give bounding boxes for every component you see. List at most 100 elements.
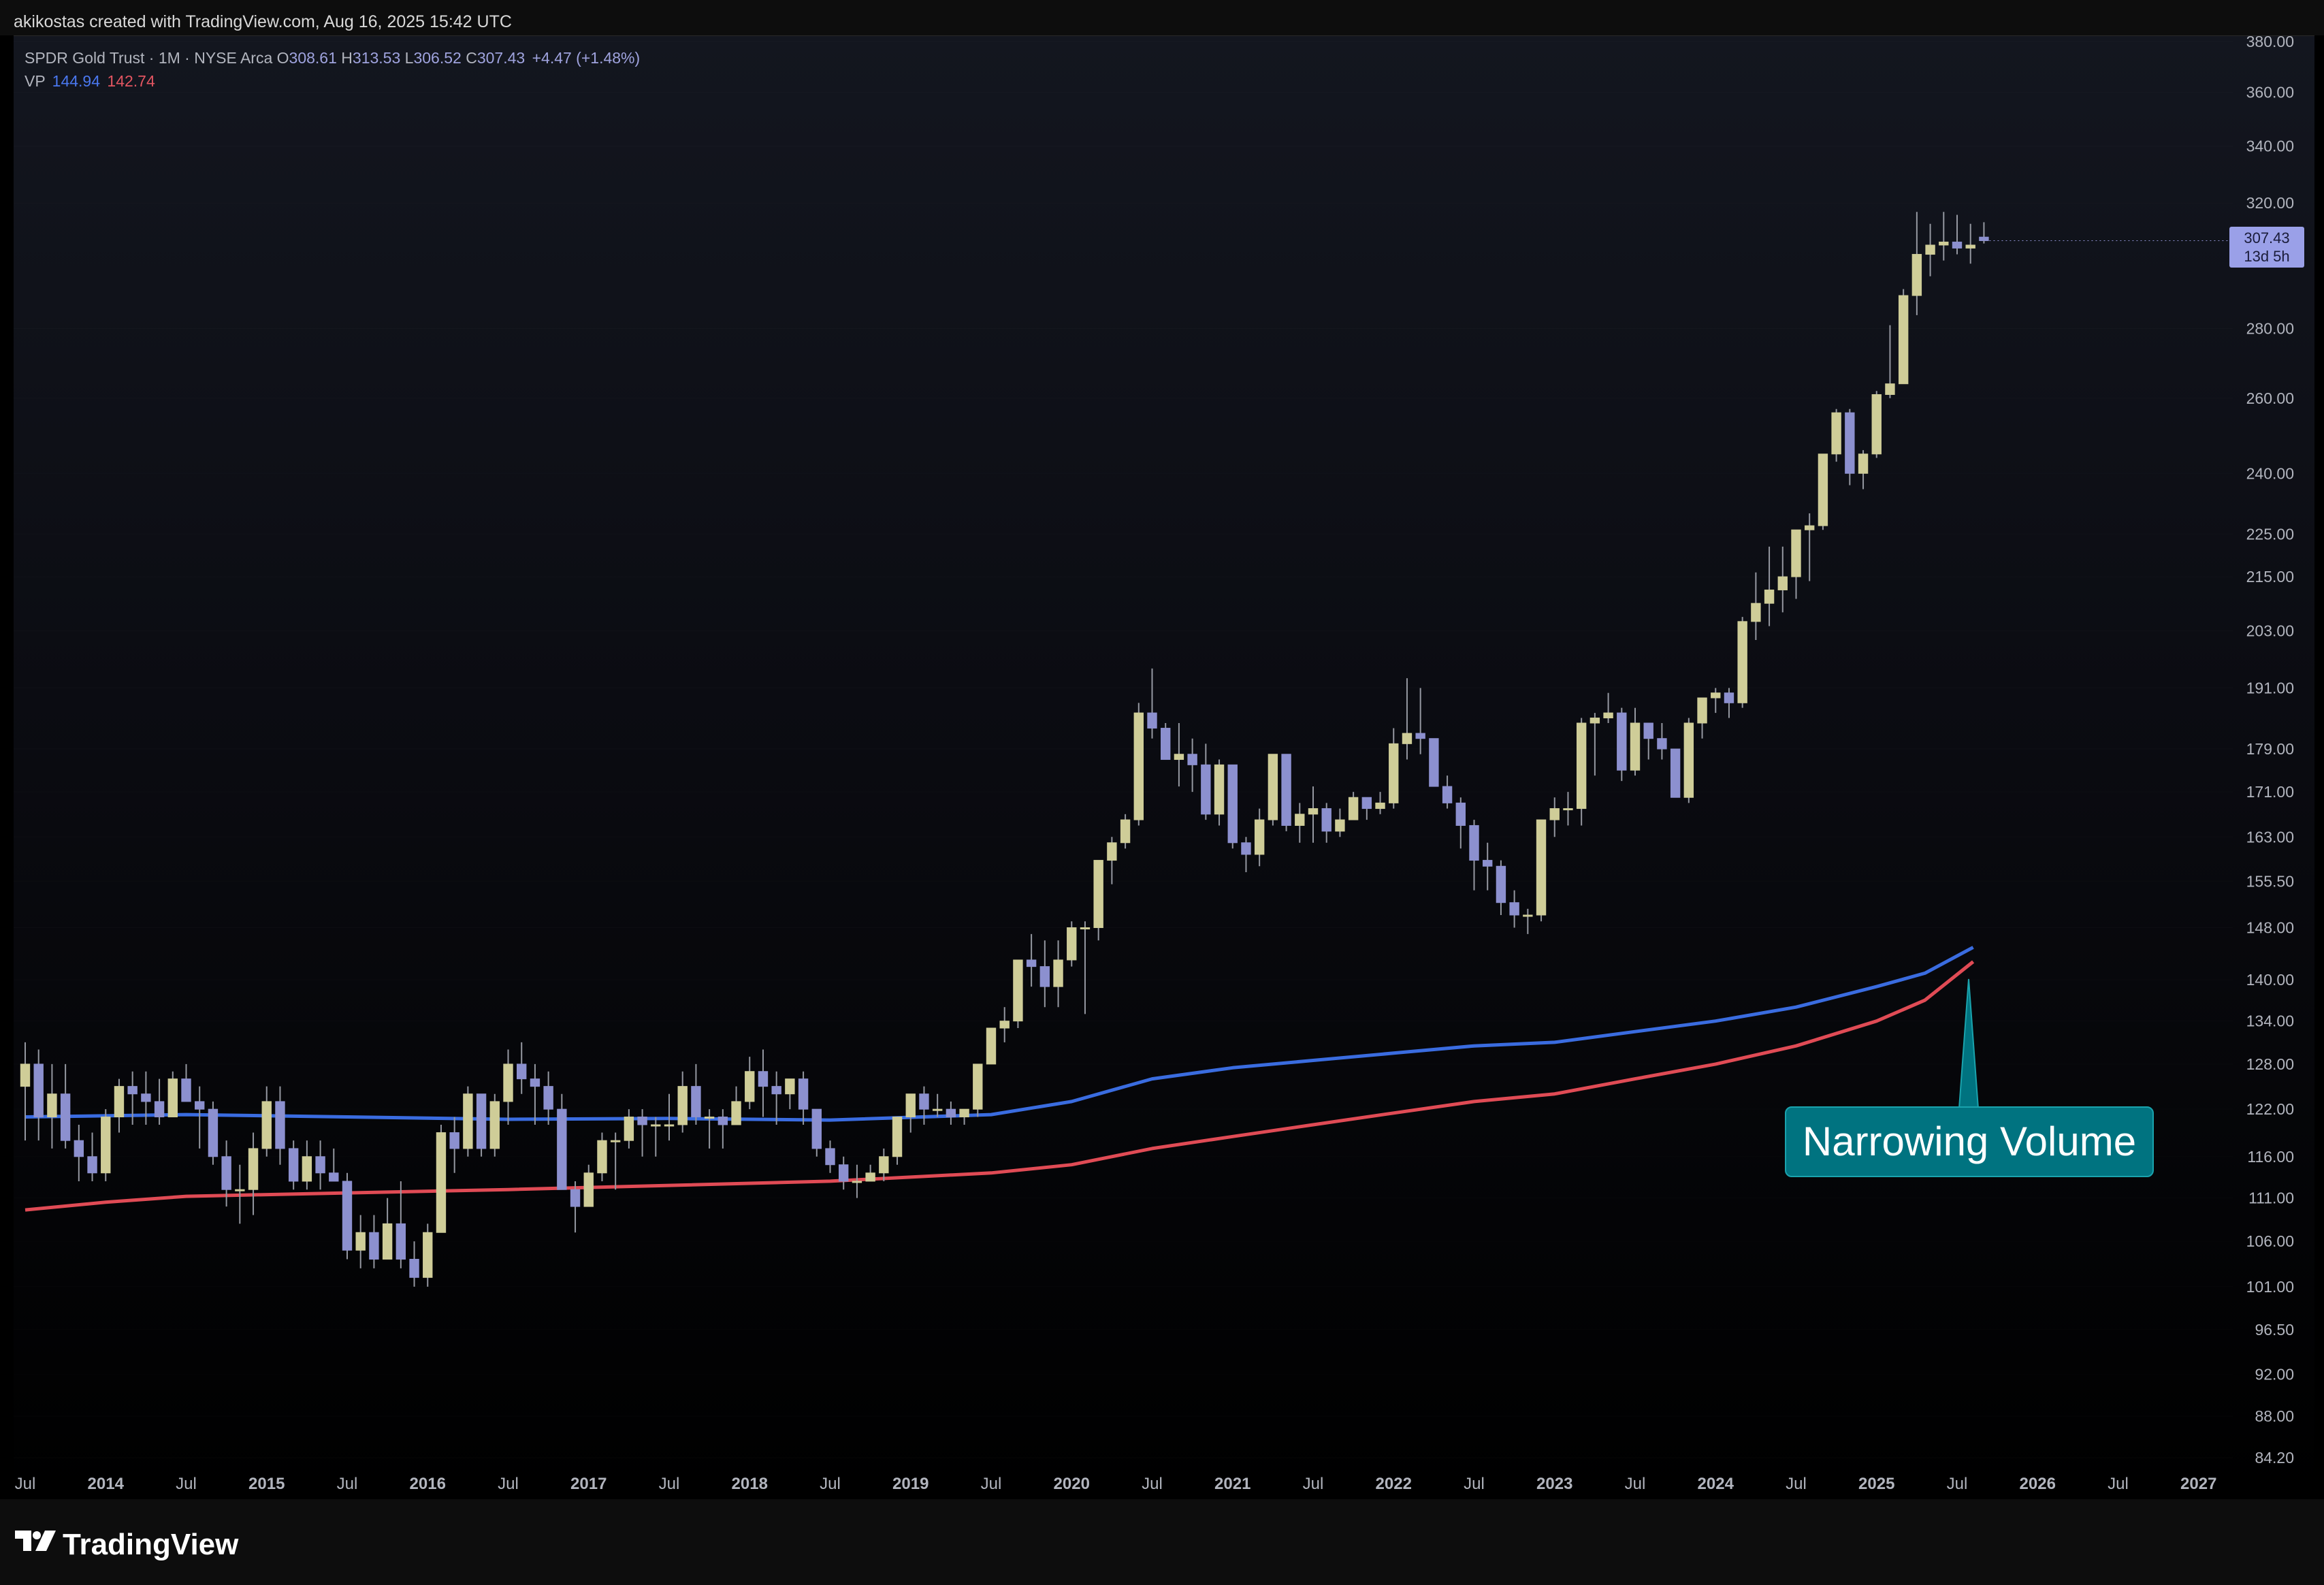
candle[interactable] bbox=[1643, 722, 1653, 760]
candle[interactable] bbox=[973, 1063, 983, 1117]
candle[interactable] bbox=[409, 1241, 419, 1287]
candle[interactable] bbox=[74, 1124, 84, 1181]
candle[interactable] bbox=[1308, 786, 1319, 843]
candle[interactable] bbox=[583, 1164, 594, 1207]
candle[interactable] bbox=[1080, 921, 1091, 1014]
candle[interactable] bbox=[1013, 959, 1023, 1029]
candle[interactable] bbox=[999, 1007, 1010, 1042]
candle[interactable] bbox=[892, 1117, 903, 1165]
candle[interactable] bbox=[557, 1093, 567, 1190]
candle[interactable] bbox=[1201, 743, 1211, 820]
candle[interactable] bbox=[1227, 764, 1238, 849]
candle[interactable] bbox=[1147, 668, 1157, 739]
candle[interactable] bbox=[489, 1093, 500, 1157]
candle[interactable] bbox=[355, 1215, 366, 1268]
candle[interactable] bbox=[1455, 797, 1466, 849]
candle[interactable] bbox=[1697, 697, 1707, 739]
candle[interactable] bbox=[436, 1124, 447, 1233]
candle[interactable] bbox=[1711, 688, 1721, 714]
candle[interactable] bbox=[959, 1108, 969, 1125]
candle[interactable] bbox=[1885, 325, 1895, 398]
candle[interactable] bbox=[382, 1198, 393, 1260]
candle[interactable] bbox=[101, 1109, 111, 1181]
candle[interactable] bbox=[261, 1086, 272, 1157]
candle[interactable] bbox=[1952, 214, 1963, 255]
candle[interactable] bbox=[315, 1140, 325, 1190]
candle[interactable] bbox=[154, 1078, 165, 1125]
candle[interactable] bbox=[731, 1086, 741, 1125]
candle[interactable] bbox=[1617, 707, 1627, 782]
symbol-title[interactable]: SPDR Gold Trust · 1M · NYSE Arca bbox=[25, 49, 272, 67]
candle[interactable] bbox=[1871, 391, 1882, 458]
candle[interactable] bbox=[624, 1109, 634, 1149]
annotation-callout[interactable]: Narrowing Volume bbox=[1785, 1106, 2154, 1177]
candle[interactable] bbox=[1133, 703, 1144, 826]
candle[interactable] bbox=[302, 1140, 312, 1190]
candle[interactable] bbox=[463, 1086, 473, 1157]
candle[interactable] bbox=[275, 1086, 285, 1165]
candle[interactable] bbox=[1576, 718, 1587, 826]
candle[interactable] bbox=[651, 1117, 661, 1157]
candle[interactable] bbox=[1402, 678, 1413, 760]
chart-canvas[interactable]: 380.00 360.00 340.00 320.00 280.00 260.00 240.… bbox=[14, 36, 2314, 1500]
candle[interactable] bbox=[1831, 409, 1841, 462]
candle[interactable] bbox=[167, 1071, 178, 1118]
candle[interactable] bbox=[932, 1093, 943, 1117]
candle[interactable] bbox=[839, 1156, 849, 1190]
candle[interactable] bbox=[1737, 617, 1747, 708]
candle[interactable] bbox=[1858, 450, 1869, 490]
candle[interactable] bbox=[798, 1071, 809, 1125]
candle[interactable] bbox=[1415, 688, 1425, 754]
candle[interactable] bbox=[1442, 775, 1453, 809]
candle[interactable] bbox=[208, 1101, 219, 1165]
candle[interactable] bbox=[1630, 707, 1641, 776]
candle[interactable] bbox=[1120, 814, 1131, 849]
candle[interactable] bbox=[758, 1049, 769, 1117]
candle[interactable] bbox=[717, 1109, 728, 1149]
candle[interactable] bbox=[1509, 890, 1519, 928]
candle[interactable] bbox=[905, 1093, 916, 1133]
candle[interactable] bbox=[47, 1063, 57, 1149]
candle[interactable] bbox=[1603, 692, 1613, 724]
candle[interactable] bbox=[865, 1164, 875, 1182]
candle[interactable] bbox=[1254, 808, 1265, 867]
chart-panel[interactable]: 380.00 360.00 340.00 320.00 280.00 260.00 240.… bbox=[14, 35, 2314, 1500]
candle[interactable] bbox=[1375, 792, 1385, 814]
candle[interactable] bbox=[1751, 572, 1761, 641]
candle[interactable] bbox=[87, 1132, 97, 1181]
candle[interactable] bbox=[114, 1078, 125, 1133]
candle[interactable] bbox=[745, 1057, 755, 1110]
vp-label[interactable]: VP bbox=[25, 72, 45, 90]
candle[interactable] bbox=[852, 1164, 862, 1198]
candle[interactable] bbox=[1067, 921, 1077, 967]
candle[interactable] bbox=[1093, 860, 1103, 941]
candle[interactable] bbox=[1187, 738, 1197, 792]
candle[interactable] bbox=[1429, 738, 1439, 787]
candle[interactable] bbox=[342, 1172, 353, 1260]
candle[interactable] bbox=[1523, 908, 1533, 934]
candle[interactable] bbox=[503, 1049, 513, 1125]
candle[interactable] bbox=[1469, 820, 1479, 891]
vp-line-blue[interactable] bbox=[25, 946, 1974, 1122]
candle[interactable] bbox=[1589, 713, 1600, 776]
candle[interactable] bbox=[691, 1063, 701, 1125]
candle[interactable] bbox=[637, 1109, 647, 1157]
candle[interactable] bbox=[530, 1063, 540, 1125]
candle[interactable] bbox=[879, 1148, 889, 1181]
candle[interactable] bbox=[1039, 940, 1050, 1008]
candle[interactable] bbox=[1107, 837, 1117, 884]
candle[interactable] bbox=[1805, 513, 1815, 581]
candle[interactable] bbox=[1549, 797, 1560, 837]
candle[interactable] bbox=[1348, 792, 1359, 820]
candle[interactable] bbox=[1496, 860, 1506, 915]
candle[interactable] bbox=[1898, 289, 1909, 385]
candle[interactable] bbox=[1161, 723, 1171, 761]
candle[interactable] bbox=[1281, 754, 1291, 831]
candle[interactable] bbox=[1335, 808, 1345, 837]
candle[interactable] bbox=[677, 1071, 688, 1133]
candle[interactable] bbox=[704, 1109, 715, 1149]
candle[interactable] bbox=[1389, 728, 1399, 809]
candle[interactable] bbox=[1214, 759, 1225, 826]
candle[interactable] bbox=[1965, 223, 1975, 264]
candle[interactable] bbox=[449, 1117, 459, 1173]
